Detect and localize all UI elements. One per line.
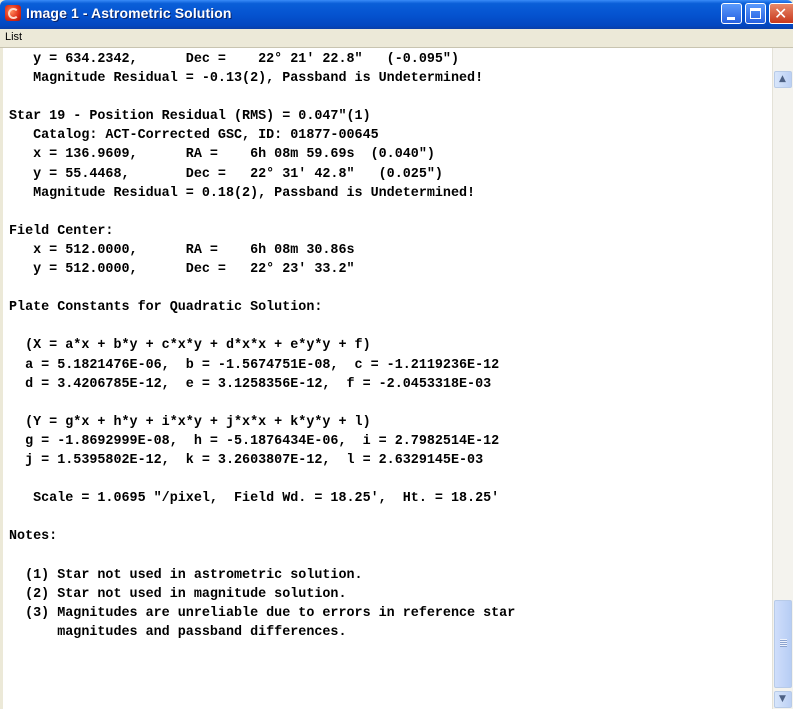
report-line: y = 55.4468, Dec = 22° 31' 42.8" (0.025"… <box>9 166 443 182</box>
arrow-down-icon: ▼ <box>779 694 786 704</box>
report-line <box>3 203 515 222</box>
report-line: y = 512.0000, Dec = 22° 23' 33.2" <box>9 262 355 278</box>
menu-item-list[interactable]: List <box>5 31 22 43</box>
report-line: Catalog: ACT-Corrected GSC, ID: 01877-00… <box>9 128 379 144</box>
report-lines: y = 634.2342, Dec = 22° 21' 22.8" (-0.09… <box>3 50 515 642</box>
report-line: (2) Star not used in magnitude solution. <box>9 586 347 602</box>
report-line <box>3 279 515 298</box>
report-line: Plate Constants for Quadratic Solution: <box>9 300 323 316</box>
report-line: Notes: <box>9 529 58 545</box>
report-line <box>3 470 515 489</box>
report-line: Star 19 - Position Residual (RMS) = 0.04… <box>9 109 371 125</box>
arrow-up-icon: ▲ <box>779 74 786 84</box>
report-line <box>3 317 515 336</box>
close-button[interactable]: ✕ <box>769 3 793 24</box>
scroll-thumb[interactable] <box>774 600 792 688</box>
report-line: x = 136.9609, RA = 6h 08m 59.69s (0.040"… <box>9 147 435 163</box>
close-icon: ✕ <box>774 4 788 23</box>
report-line: magnitudes and passband differences. <box>9 624 347 640</box>
report-line <box>3 88 515 107</box>
window-title: Image 1 - Astrometric Solution <box>26 5 232 21</box>
minimize-button[interactable] <box>721 3 742 24</box>
report-line: Magnitude Residual = -0.13(2), Passband … <box>9 71 484 87</box>
report-line: (1) Star not used in astrometric solutio… <box>9 567 363 583</box>
report-line: (X = a*x + b*y + c*x*y + d*x*x + e*y*y +… <box>9 338 371 354</box>
title-bar[interactable]: Image 1 - Astrometric Solution ✕ <box>0 0 793 29</box>
report-line: j = 1.5395802E-12, k = 3.2603807E-12, l … <box>9 452 484 468</box>
scroll-down-button[interactable]: ▼ <box>774 691 792 708</box>
report-line: a = 5.1821476E-06, b = -1.5674751E-08, c… <box>9 357 500 373</box>
report-line: Magnitude Residual = 0.18(2), Passband i… <box>9 185 476 201</box>
report-line: g = -1.8692999E-08, h = -5.1876434E-06, … <box>9 433 500 449</box>
vertical-scrollbar[interactable]: ▲ ▼ <box>772 48 793 709</box>
report-line: Field Center: <box>9 223 114 239</box>
scroll-up-button[interactable]: ▲ <box>774 71 792 88</box>
report-line: x = 512.0000, RA = 6h 08m 30.86s <box>9 242 355 258</box>
report-line: (3) Magnitudes are unreliable due to err… <box>9 605 516 621</box>
grip-icon <box>780 639 787 647</box>
report-line: (Y = g*x + h*y + i*x*y + j*x*x + k*y*y +… <box>9 414 371 430</box>
app-icon[interactable] <box>5 5 21 21</box>
report-line <box>3 546 515 565</box>
report-line: y = 634.2342, Dec = 22° 21' 22.8" (-0.09… <box>9 52 459 67</box>
menu-bar: List <box>0 29 793 48</box>
minimize-icon <box>727 17 735 20</box>
report-line: Scale = 1.0695 "/pixel, Field Wd. = 18.2… <box>9 491 500 507</box>
report-text-area[interactable]: y = 634.2342, Dec = 22° 21' 22.8" (-0.09… <box>3 48 772 709</box>
report-line <box>3 508 515 527</box>
report-line <box>3 394 515 413</box>
maximize-button[interactable] <box>745 3 766 24</box>
maximize-icon <box>750 8 761 19</box>
report-line: d = 3.4206785E-12, e = 3.1258356E-12, f … <box>9 376 492 392</box>
